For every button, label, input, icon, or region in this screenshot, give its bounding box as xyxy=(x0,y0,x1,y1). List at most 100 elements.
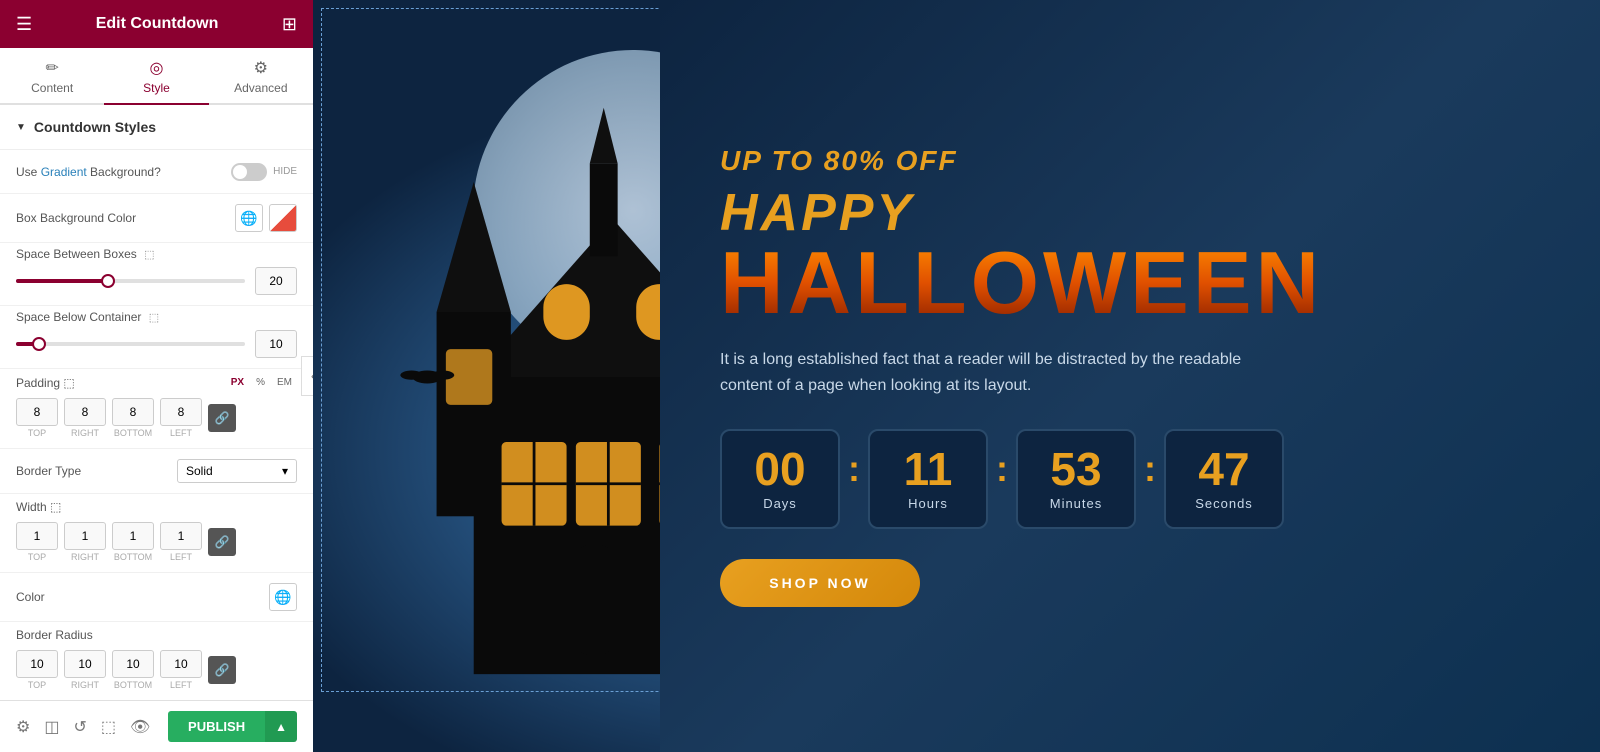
separator-1: : xyxy=(848,448,860,510)
promo-text: UP TO 80% OFF xyxy=(720,145,1540,177)
padding-right-input[interactable]: 8 xyxy=(64,398,106,426)
border-radius-bottom-field: 10 BOTTOM xyxy=(112,650,154,690)
box-bg-color-row: Box Background Color 🌐 xyxy=(0,194,313,243)
border-radius-fields: 10 TOP 10 RIGHT 10 BOTTOM 10 LEFT 🔗 xyxy=(16,650,297,690)
space-below-value[interactable]: 10 xyxy=(255,330,297,358)
style-tab-icon: ◎ xyxy=(150,58,164,78)
border-radius-top-label: TOP xyxy=(28,680,46,690)
width-section: Width ⬚ 1 TOP 1 RIGHT 1 BOTTOM 1 xyxy=(0,494,313,573)
countdown-styles-header[interactable]: ▼ Countdown Styles xyxy=(0,105,313,150)
content-area: UP TO 80% OFF Happy HALLOWEEN It is a lo… xyxy=(660,0,1600,752)
border-radius-left-input[interactable]: 10 xyxy=(160,650,202,678)
padding-link-btn[interactable]: 🔗 xyxy=(208,404,236,432)
border-radius-top-field: 10 TOP xyxy=(16,650,58,690)
width-label: Width ⬚ xyxy=(16,500,61,514)
tab-style[interactable]: ◎ Style xyxy=(104,48,208,105)
unit-percent[interactable]: % xyxy=(251,375,270,390)
unit-em[interactable]: EM xyxy=(272,375,297,390)
space-below-label: Space Below Container ⬚ xyxy=(16,310,159,324)
panel-collapse-btn[interactable]: ‹ xyxy=(301,356,313,396)
border-radius-bottom-input[interactable]: 10 xyxy=(112,650,154,678)
border-radius-link-btn[interactable]: 🔗 xyxy=(208,656,236,684)
tab-content[interactable]: ✏ Content xyxy=(0,48,104,105)
history-icon[interactable]: ↺ xyxy=(73,717,86,737)
border-type-select[interactable]: Solid ▾ xyxy=(177,459,297,483)
panel-header: ☰ Edit Countdown ⊞ xyxy=(0,0,313,48)
style-tab-label: Style xyxy=(143,81,170,95)
panel-body: ▼ Countdown Styles Use Gradient Backgrou… xyxy=(0,105,313,752)
border-radius-right-field: 10 RIGHT xyxy=(64,650,106,690)
width-top-input[interactable]: 1 xyxy=(16,522,58,550)
canvas-area: + UP TO 80% OFF Happy HALLOWEEN It is a … xyxy=(313,0,1600,752)
padding-left-field: 8 LEFT xyxy=(160,398,202,438)
countdown-hours-value: 11 xyxy=(904,446,953,492)
width-left-input[interactable]: 1 xyxy=(160,522,202,550)
width-link-btn[interactable]: 🔗 xyxy=(208,528,236,556)
eye-icon[interactable]: 👁 xyxy=(130,717,150,737)
halloween-title: Happy HALLOWEEN xyxy=(720,187,1540,327)
countdown-hours-label: Hours xyxy=(908,496,948,511)
advanced-tab-icon: ⚙ xyxy=(254,58,268,78)
padding-fields: 8 TOP 8 RIGHT 8 BOTTOM 8 LEFT 🔗 xyxy=(16,398,297,438)
unit-tabs: PX % EM xyxy=(226,375,297,390)
width-fields: 1 TOP 1 RIGHT 1 BOTTOM 1 LEFT 🔗 xyxy=(16,522,297,562)
width-top-label: TOP xyxy=(28,552,46,562)
padding-bottom-input[interactable]: 8 xyxy=(112,398,154,426)
color-picker-btn[interactable] xyxy=(269,204,297,232)
countdown-container: 00 Days : 11 Hours : 53 Minutes : 47 Sec… xyxy=(720,429,1540,529)
box-bg-color-label: Box Background Color xyxy=(16,211,235,225)
grid-icon[interactable]: ⊞ xyxy=(282,14,297,35)
border-radius-label: Border Radius xyxy=(16,628,93,642)
countdown-minutes-label: Minutes xyxy=(1050,496,1103,511)
border-type-value: Solid xyxy=(186,464,213,478)
space-between-value[interactable]: 20 xyxy=(255,267,297,295)
padding-top-input[interactable]: 8 xyxy=(16,398,58,426)
border-radius-section: Border Radius 10 TOP 10 RIGHT 10 BOTTOM … xyxy=(0,622,313,701)
responsive-icon[interactable]: ⬚ xyxy=(101,717,116,737)
border-radius-right-input[interactable]: 10 xyxy=(64,650,106,678)
space-below-slider[interactable] xyxy=(16,342,245,346)
countdown-seconds-box: 47 Seconds xyxy=(1164,429,1284,529)
countdown-minutes-box: 53 Minutes xyxy=(1016,429,1136,529)
padding-left-input[interactable]: 8 xyxy=(160,398,202,426)
width-bottom-input[interactable]: 1 xyxy=(112,522,154,550)
color-controls: 🌐 xyxy=(269,583,297,611)
color-globe-btn[interactable]: 🌐 xyxy=(269,583,297,611)
padding-left-label: LEFT xyxy=(170,428,192,438)
padding-right-label: RIGHT xyxy=(71,428,99,438)
countdown-days-label: Days xyxy=(763,496,797,511)
border-radius-top-input[interactable]: 10 xyxy=(16,650,58,678)
separator-2: : xyxy=(996,448,1008,510)
section-title: Countdown Styles xyxy=(34,119,156,135)
space-between-slider-wrap: 20 xyxy=(16,267,297,295)
shop-now-button[interactable]: SHOP NOW xyxy=(720,559,920,607)
countdown-days-value: 00 xyxy=(754,446,805,492)
unit-px[interactable]: PX xyxy=(226,375,249,390)
layers-icon[interactable]: ◫ xyxy=(44,717,59,737)
padding-top-field: 8 TOP xyxy=(16,398,58,438)
halloween-word-text: HALLOWEEN xyxy=(720,239,1540,327)
publish-dropdown-btn[interactable]: ▲ xyxy=(265,711,297,742)
publish-button[interactable]: PUBLISH xyxy=(168,711,265,742)
width-right-input[interactable]: 1 xyxy=(64,522,106,550)
padding-top-label: TOP xyxy=(28,428,46,438)
countdown-seconds-value: 47 xyxy=(1198,446,1249,492)
border-type-chevron-icon: ▾ xyxy=(282,464,288,478)
content-tab-icon: ✏ xyxy=(45,58,58,78)
gradient-toggle[interactable] xyxy=(231,163,267,181)
space-below-slider-wrap: 10 xyxy=(16,330,297,358)
tab-advanced[interactable]: ⚙ Advanced xyxy=(209,48,313,105)
globe-icon-btn[interactable]: 🌐 xyxy=(235,204,263,232)
space-between-slider[interactable] xyxy=(16,279,245,283)
halloween-happy-text: Happy xyxy=(720,187,1540,239)
countdown-hours-box: 11 Hours xyxy=(868,429,988,529)
gradient-toggle-container: HIDE xyxy=(231,163,297,181)
left-panel: ☰ Edit Countdown ⊞ ✏ Content ◎ Style ⚙ A… xyxy=(0,0,313,752)
description-text: It is a long established fact that a rea… xyxy=(720,347,1270,398)
settings-icon[interactable]: ⚙ xyxy=(16,717,30,737)
hamburger-icon[interactable]: ☰ xyxy=(16,14,32,35)
gradient-toggle-label: HIDE xyxy=(273,166,297,177)
separator-3: : xyxy=(1144,448,1156,510)
width-top-field: 1 TOP xyxy=(16,522,58,562)
countdown-seconds-label: Seconds xyxy=(1195,496,1253,511)
